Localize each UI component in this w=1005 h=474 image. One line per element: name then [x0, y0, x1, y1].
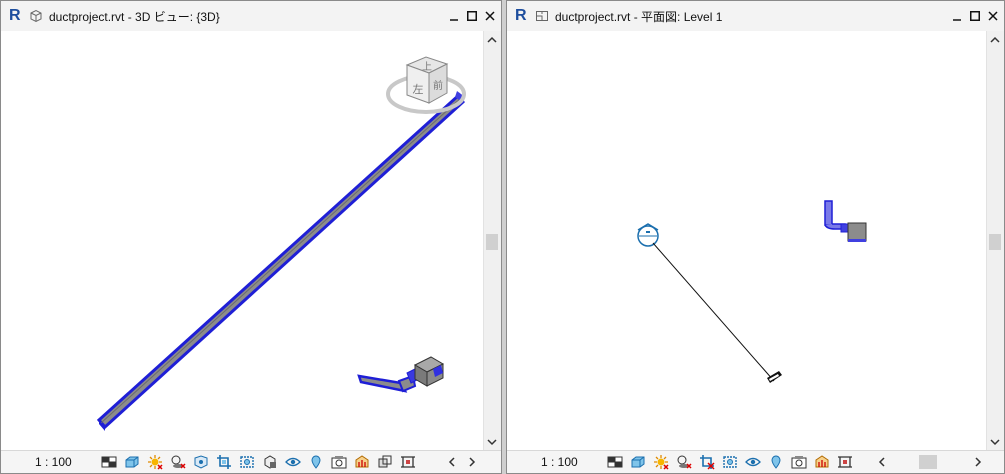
analytical-model-icon[interactable]	[814, 454, 830, 470]
reveal-constraints-icon[interactable]	[400, 454, 416, 470]
detail-level-icon[interactable]	[607, 454, 623, 470]
viewcube-left-face[interactable]: 左	[413, 83, 424, 96]
shadows-icon[interactable]	[676, 454, 692, 470]
close-button[interactable]	[483, 9, 497, 23]
title-bar[interactable]: R ductproject.rvt - 3D ビュー: {3D}	[1, 1, 501, 32]
viewcube-right-face[interactable]: 前	[433, 79, 443, 92]
render-dialog-icon[interactable]	[193, 454, 209, 470]
reveal-hidden-icon[interactable]	[768, 454, 784, 470]
long-duct-plan[interactable]	[652, 242, 782, 383]
scroll-left-icon[interactable]	[877, 456, 887, 468]
3d-view-icon	[30, 9, 42, 23]
visual-style-icon[interactable]	[630, 454, 646, 470]
maximize-icon	[467, 11, 477, 21]
vertical-scrollbar[interactable]	[986, 31, 1004, 451]
visual-style-icon[interactable]	[124, 454, 140, 470]
shadows-icon[interactable]	[170, 454, 186, 470]
maximize-button[interactable]	[465, 9, 479, 23]
window-title: ductproject.rvt - 平面図: Level 1	[555, 9, 723, 24]
detail-level-icon[interactable]	[101, 454, 117, 470]
scroll-right-icon[interactable]	[467, 456, 477, 468]
sun-path-icon[interactable]	[147, 454, 163, 470]
revit-logo-icon: R	[515, 7, 527, 24]
floor-plan-icon	[536, 11, 548, 21]
close-icon	[988, 11, 998, 21]
window-title: ductproject.rvt - 3D ビュー: {3D}	[49, 9, 220, 24]
reveal-hidden-icon[interactable]	[308, 454, 324, 470]
scroll-down-icon[interactable]	[487, 437, 497, 447]
scroll-down-icon[interactable]	[990, 437, 1000, 447]
elevation-marker[interactable]	[637, 223, 659, 247]
elbow-duct-plan[interactable]	[824, 200, 867, 242]
sun-path-icon[interactable]	[653, 454, 669, 470]
scroll-left-icon[interactable]	[447, 456, 457, 468]
horizontal-scroll-thumb[interactable]	[919, 455, 937, 469]
crop-view-off-icon[interactable]	[699, 454, 715, 470]
title-bar[interactable]: R ductproject.rvt - 平面図: Level 1	[507, 1, 1004, 32]
lock-3d-view-icon[interactable]	[262, 454, 278, 470]
analytical-model-icon[interactable]	[354, 454, 370, 470]
show-crop-region-icon[interactable]	[722, 454, 738, 470]
maximize-icon	[970, 11, 980, 21]
crop-view-icon[interactable]	[216, 454, 232, 470]
3d-model-drawing: 上 左 前	[96, 56, 466, 431]
temporary-view-properties-icon[interactable]	[331, 454, 347, 470]
scroll-thumb[interactable]	[486, 234, 498, 250]
minimize-icon	[450, 19, 458, 21]
viewcube-top-face[interactable]: 上	[422, 61, 432, 73]
reveal-constraints-icon[interactable]	[837, 454, 853, 470]
highlight-displacement-icon[interactable]	[377, 454, 393, 470]
elbow-duct-assembly[interactable]	[357, 356, 445, 393]
vertical-scrollbar[interactable]	[483, 31, 501, 451]
close-icon	[485, 11, 495, 21]
temporary-hide-icon[interactable]	[745, 454, 761, 470]
plan-drawing	[637, 200, 867, 383]
scale-selector[interactable]: 1 : 100	[35, 455, 72, 469]
minimize-icon	[953, 19, 961, 21]
scroll-up-icon[interactable]	[487, 35, 497, 45]
scale-selector[interactable]: 1 : 100	[541, 455, 578, 469]
view-control-bar: 1 : 100	[1, 450, 501, 473]
revit-logo-icon: R	[9, 7, 21, 24]
minimize-button[interactable]	[950, 9, 964, 23]
scroll-up-icon[interactable]	[990, 35, 1000, 45]
minimize-button[interactable]	[447, 9, 461, 23]
plan-canvas[interactable]	[507, 31, 987, 451]
show-crop-region-icon[interactable]	[239, 454, 255, 470]
3d-canvas[interactable]: 上 左 前	[1, 31, 484, 451]
view-control-bar: 1 : 100	[507, 450, 1004, 473]
temporary-hide-icon[interactable]	[285, 454, 301, 470]
maximize-button[interactable]	[968, 9, 982, 23]
close-button[interactable]	[986, 9, 1000, 23]
scroll-thumb[interactable]	[989, 234, 1001, 250]
scroll-right-icon[interactable]	[973, 456, 983, 468]
view-window-floor-plan[interactable]: R ductproject.rvt - 平面図: Level 1 1: 100	[506, 0, 1005, 474]
view-window-3d[interactable]: R ductproject.rvt - 3D ビュー: {3D} 上 左 前 1…	[0, 0, 502, 474]
temporary-view-properties-icon[interactable]	[791, 454, 807, 470]
